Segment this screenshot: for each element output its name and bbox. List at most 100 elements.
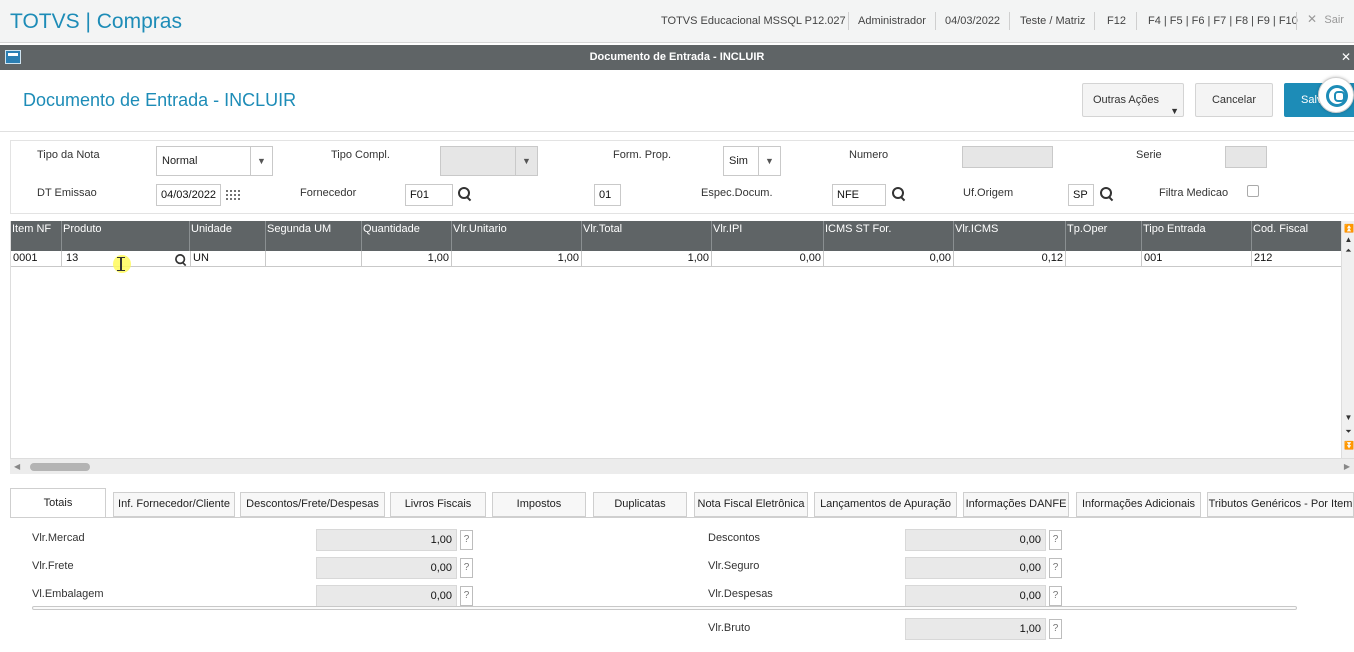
table-cell[interactable]: 0001 bbox=[11, 251, 62, 267]
dialog-titlebar: Documento de Entrada - INCLUIR ✕ bbox=[0, 45, 1354, 70]
vertical-scrollbar[interactable]: ⏫ ▲ ⏶ ▼ ⏷ ⏬ bbox=[1341, 221, 1354, 458]
serie-field[interactable] bbox=[1225, 146, 1267, 168]
serie-label: Serie bbox=[1136, 149, 1162, 161]
table-cell[interactable]: UN bbox=[190, 251, 266, 267]
document-header-form: Tipo da Nota Normal ▼ Tipo Compl. ▼ Form… bbox=[10, 140, 1354, 214]
help-button[interactable]: ? bbox=[1049, 558, 1062, 578]
column-header[interactable]: Unidade bbox=[190, 221, 266, 251]
user-label[interactable]: Administrador bbox=[858, 15, 926, 27]
vl-embalagem-value: 0,00 bbox=[316, 585, 457, 607]
tab-danfe[interactable]: Informações DANFE bbox=[963, 492, 1069, 517]
tipo-nota-label: Tipo da Nota bbox=[37, 149, 100, 161]
tab-duplicatas[interactable]: Duplicatas bbox=[593, 492, 687, 517]
chat-assistant-icon[interactable] bbox=[1318, 77, 1354, 113]
tab-descontos[interactable]: Descontos/Frete/Despesas bbox=[240, 492, 385, 517]
outras-acoes-label: Outras Ações bbox=[1092, 94, 1160, 106]
column-header[interactable]: Vlr.ICMS bbox=[954, 221, 1066, 251]
vlr-bruto-value: 1,00 bbox=[905, 618, 1046, 640]
vlr-seguro-label: Vlr.Seguro bbox=[708, 560, 760, 572]
dialog-close-icon[interactable]: ✕ bbox=[1341, 50, 1351, 64]
tipo-compl-select[interactable]: ▼ bbox=[440, 146, 538, 176]
espec-docum-field[interactable]: NFE bbox=[832, 184, 886, 206]
page-up-icon[interactable]: ⏶ bbox=[1344, 246, 1353, 255]
table-cell[interactable] bbox=[1066, 251, 1142, 267]
scroll-down-icon[interactable]: ▼ bbox=[1344, 413, 1353, 422]
tipo-nota-select[interactable]: Normal ▼ bbox=[156, 146, 273, 176]
company-label[interactable]: Teste / Matriz bbox=[1020, 15, 1085, 27]
column-header[interactable]: Vlr.IPI bbox=[712, 221, 824, 251]
scroll-bottom-icon[interactable]: ⏬ bbox=[1344, 441, 1354, 450]
scroll-top-icon[interactable]: ⏫ bbox=[1344, 224, 1354, 233]
filtra-medicao-checkbox[interactable] bbox=[1247, 185, 1259, 197]
tab-tributos[interactable]: Tributos Genéricos - Por Item bbox=[1207, 492, 1354, 517]
table-row[interactable]: 0001 13 UN 1,00 1,00 1,00 0,00 0,00 0,12… bbox=[11, 251, 1342, 267]
scroll-right-icon[interactable]: ▶ bbox=[1344, 462, 1350, 471]
column-header[interactable]: Item NF bbox=[11, 221, 62, 251]
environment-label[interactable]: TOTVS Educacional MSSQL P12.027 bbox=[661, 15, 846, 27]
horizontal-scrollbar[interactable]: ◀ ▶ bbox=[10, 458, 1354, 474]
column-header[interactable]: Produto bbox=[62, 221, 190, 251]
hotkeys-shortcut[interactable]: F4 | F5 | F6 | F7 | F8 | F9 | F10 bbox=[1148, 15, 1298, 27]
fornecedor-field[interactable]: F01 bbox=[405, 184, 453, 206]
folder-tabs: Totais Inf. Fornecedor/Cliente Descontos… bbox=[10, 488, 1354, 518]
tab-nfe[interactable]: Nota Fiscal Eletrônica bbox=[694, 492, 808, 517]
form-prop-select[interactable]: Sim ▼ bbox=[723, 146, 781, 176]
column-header[interactable]: Tp.Oper bbox=[1066, 221, 1142, 251]
scrollbar-thumb[interactable] bbox=[30, 463, 90, 471]
dialog-title: Documento de Entrada - INCLUIR bbox=[589, 51, 765, 63]
numero-field[interactable] bbox=[962, 146, 1053, 168]
help-button[interactable]: ? bbox=[1049, 619, 1062, 639]
divider bbox=[1009, 12, 1010, 30]
scroll-left-icon[interactable]: ◀ bbox=[14, 462, 20, 471]
help-button[interactable]: ? bbox=[460, 586, 473, 606]
close-icon: ✕ bbox=[1307, 12, 1318, 26]
table-cell[interactable]: 0,00 bbox=[712, 251, 824, 267]
exit-button[interactable]: ✕ Sair bbox=[1307, 12, 1344, 26]
uf-origem-field[interactable]: SP bbox=[1068, 184, 1094, 206]
table-cell[interactable]: 1,00 bbox=[452, 251, 582, 267]
tab-impostos[interactable]: Impostos bbox=[492, 492, 586, 517]
help-button[interactable]: ? bbox=[460, 530, 473, 550]
tab-lancamentos[interactable]: Lançamentos de Apuração bbox=[814, 492, 957, 517]
loja-field[interactable]: 01 bbox=[594, 184, 621, 206]
column-header[interactable]: Tipo Entrada bbox=[1142, 221, 1252, 251]
page-down-icon[interactable]: ⏷ bbox=[1344, 427, 1353, 436]
tab-inf-fornecedor[interactable]: Inf. Fornecedor/Cliente bbox=[113, 492, 235, 517]
column-header[interactable]: Quantidade bbox=[362, 221, 452, 251]
search-icon[interactable] bbox=[175, 254, 187, 266]
help-button[interactable]: ? bbox=[460, 558, 473, 578]
search-icon[interactable] bbox=[1100, 187, 1114, 201]
help-button[interactable]: ? bbox=[1049, 586, 1062, 606]
product-value: 13 bbox=[66, 252, 79, 264]
column-header[interactable]: ICMS ST For. bbox=[824, 221, 954, 251]
table-cell[interactable]: 0,00 bbox=[824, 251, 954, 267]
table-cell[interactable]: 0,12 bbox=[954, 251, 1066, 267]
column-header[interactable]: Vlr.Total bbox=[582, 221, 712, 251]
table-cell[interactable]: 212 bbox=[1252, 251, 1342, 267]
cancel-button[interactable]: Cancelar bbox=[1195, 83, 1273, 117]
table-cell[interactable]: 1,00 bbox=[582, 251, 712, 267]
divider bbox=[1296, 12, 1297, 30]
help-button[interactable]: ? bbox=[1049, 530, 1062, 550]
divider bbox=[935, 12, 936, 30]
tab-info-adicionais[interactable]: Informações Adicionais bbox=[1076, 492, 1201, 517]
table-cell[interactable]: 1,00 bbox=[362, 251, 452, 267]
numero-label: Numero bbox=[849, 149, 889, 161]
form-prop-value: Sim bbox=[729, 155, 748, 167]
dt-emissao-field[interactable]: 04/03/2022 bbox=[156, 184, 221, 206]
tab-totais[interactable]: Totais bbox=[10, 488, 106, 518]
table-cell[interactable]: 001 bbox=[1142, 251, 1252, 267]
calendar-icon[interactable] bbox=[225, 189, 241, 201]
table-cell[interactable] bbox=[266, 251, 362, 267]
outras-acoes-button[interactable]: Outras Ações ▼ bbox=[1082, 83, 1184, 117]
f12-shortcut[interactable]: F12 bbox=[1107, 15, 1126, 27]
search-icon[interactable] bbox=[458, 187, 472, 201]
vlr-despesas-label: Vlr.Despesas bbox=[708, 588, 773, 600]
search-icon[interactable] bbox=[892, 187, 906, 201]
tab-livros-fiscais[interactable]: Livros Fiscais bbox=[390, 492, 486, 517]
date-label[interactable]: 04/03/2022 bbox=[945, 15, 1000, 27]
scroll-up-icon[interactable]: ▲ bbox=[1344, 235, 1353, 244]
column-header[interactable]: Cod. Fiscal bbox=[1252, 221, 1342, 251]
column-header[interactable]: Vlr.Unitario bbox=[452, 221, 582, 251]
column-header[interactable]: Segunda UM bbox=[266, 221, 362, 251]
